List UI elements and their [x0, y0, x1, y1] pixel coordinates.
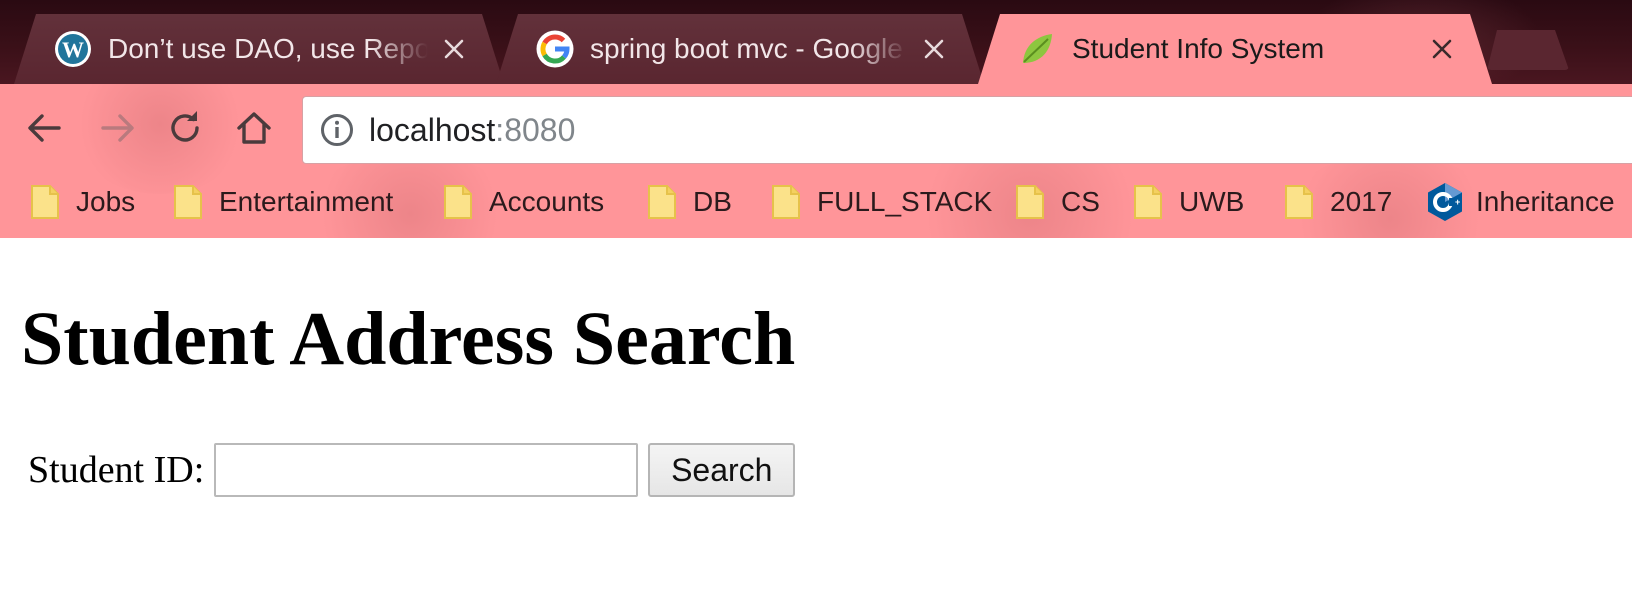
bookmark-label: Entertainment	[219, 186, 394, 217]
svg-text:+: +	[1455, 197, 1460, 207]
bookmark-inheritance[interactable]: + Inheritance	[1426, 174, 1615, 230]
url-port: :8080	[495, 111, 576, 148]
cpp-icon: +	[1428, 183, 1462, 221]
bookmark-db[interactable]: DB	[647, 174, 732, 230]
google-icon	[536, 30, 574, 68]
tab-strip: W Don’t use DAO, use Repository	[0, 0, 1632, 84]
url-text: localhost:8080	[369, 112, 575, 149]
tab-close-icon[interactable]	[1428, 35, 1456, 63]
back-arrow-icon	[25, 111, 63, 150]
spring-leaf-icon	[1018, 30, 1056, 68]
folder-icon	[444, 185, 472, 219]
url-host: localhost	[369, 111, 496, 148]
svg-text:W: W	[62, 37, 84, 62]
folder-icon	[174, 185, 202, 219]
new-tab-button[interactable]	[1487, 30, 1569, 70]
address-bar[interactable]: localhost:8080	[302, 96, 1632, 164]
page-title: Student Address Search	[21, 297, 796, 381]
bookmark-label: Jobs	[76, 186, 136, 217]
reload-button[interactable]	[157, 102, 213, 158]
student-id-input[interactable]	[214, 443, 639, 497]
bookmark-label: CS	[1061, 186, 1100, 217]
home-button[interactable]	[226, 102, 282, 158]
tab-close-icon[interactable]	[440, 35, 468, 63]
folder-icon	[31, 185, 59, 219]
bookmarks-bar: Jobs Entertainment Accounts DB FULL_STAC…	[0, 174, 1632, 230]
page-content: Student Address Search Student ID: Searc…	[0, 238, 1632, 605]
forward-arrow-icon	[99, 111, 137, 150]
student-id-label: Student ID:	[28, 449, 205, 491]
folder-icon	[1016, 185, 1044, 219]
folder-icon	[1134, 185, 1162, 219]
tab-title: spring boot mvc - Google Search	[590, 33, 908, 64]
bookmark-2017[interactable]: 2017	[1284, 174, 1392, 230]
tab-title: Don’t use DAO, use Repository	[108, 33, 428, 64]
bookmark-jobs[interactable]: Jobs	[30, 174, 135, 230]
back-button[interactable]	[16, 102, 72, 158]
bookmark-full-stack[interactable]: FULL_STACK	[771, 174, 992, 230]
bookmark-uwb[interactable]: UWB	[1133, 174, 1244, 230]
bookmark-label: UWB	[1179, 186, 1245, 217]
tab-google-search[interactable]: spring boot mvc - Google Search	[496, 14, 984, 84]
forward-button[interactable]	[90, 102, 146, 158]
bookmark-accounts[interactable]: Accounts	[443, 174, 604, 230]
folder-icon	[648, 185, 676, 219]
home-icon	[235, 109, 273, 152]
reload-icon	[166, 109, 204, 152]
search-button[interactable]: Search	[648, 443, 796, 497]
info-icon[interactable]	[319, 112, 355, 148]
folder-icon	[772, 185, 800, 219]
wordpress-icon: W	[54, 30, 92, 68]
browser-toolbar: localhost:8080 Jobs Entertainment Accoun…	[0, 84, 1632, 238]
folder-icon	[1285, 185, 1313, 219]
bookmark-label: FULL_STACK	[817, 186, 993, 217]
tab-close-icon[interactable]	[920, 35, 948, 63]
bookmark-cs[interactable]: CS	[1015, 174, 1100, 230]
bookmark-entertainment[interactable]: Entertainment	[173, 174, 393, 230]
bookmark-label: DB	[693, 186, 732, 217]
bookmark-label: Inheritance	[1476, 186, 1615, 217]
tab-student-info-system[interactable]: Student Info System	[978, 14, 1492, 84]
tab-dao-repository[interactable]: W Don’t use DAO, use Repository	[14, 14, 504, 84]
tab-title: Student Info System	[1072, 33, 1325, 64]
student-search-form: Student ID: Search	[28, 443, 796, 497]
bookmark-label: Accounts	[489, 186, 605, 217]
bookmark-label: 2017	[1330, 186, 1393, 217]
